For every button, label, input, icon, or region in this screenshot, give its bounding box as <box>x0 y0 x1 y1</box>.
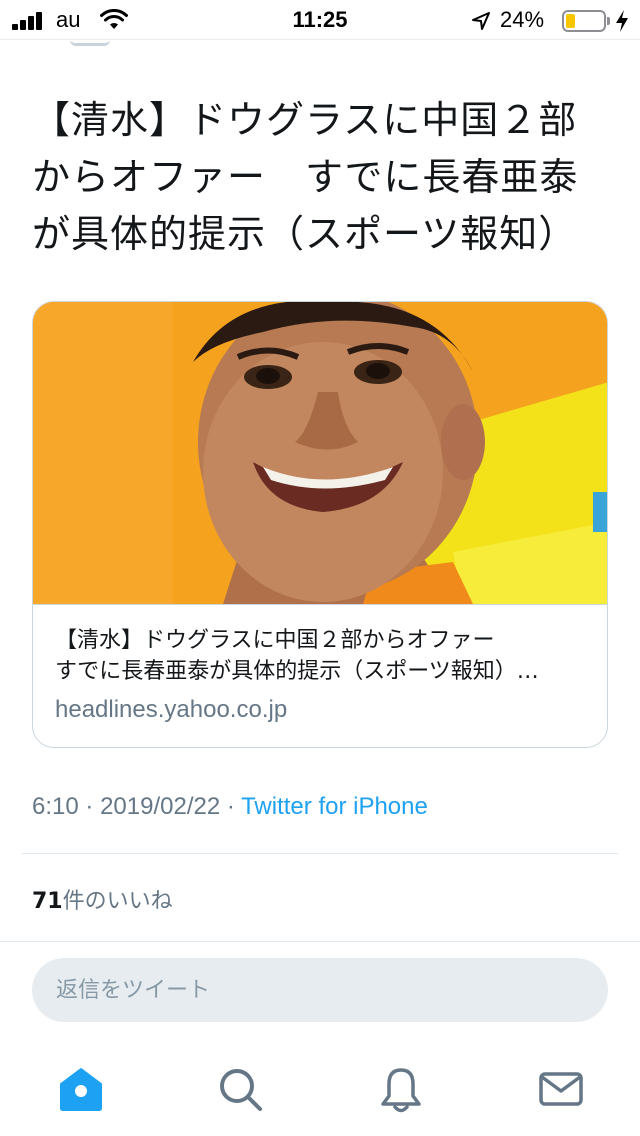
tweet-text-line: が具体的提示（スポーツ報知） <box>32 212 578 256</box>
card-domain: headlines.yahoo.co.jp <box>55 696 288 723</box>
search-icon <box>220 1069 262 1111</box>
tab-home[interactable] <box>56 1064 106 1114</box>
card-body: 【清水】ドウグラスに中国２部からオファー すでに長春亜泰が具体的提示（スポーツ報… <box>33 604 607 747</box>
tab-messages[interactable] <box>536 1064 586 1114</box>
location-arrow-icon <box>472 12 490 30</box>
likes-label: 件のいいね <box>62 889 173 914</box>
divider <box>22 853 618 854</box>
link-preview-card[interactable]: 【清水】ドウグラスに中国２部からオファー すでに長春亜泰が具体的提示（スポーツ報… <box>32 301 608 748</box>
card-title: 【清水】ドウグラスに中国２部からオファー すでに長春亜泰が具体的提示（スポーツ報… <box>55 625 585 687</box>
tweet-source-link[interactable]: Twitter for iPhone <box>241 793 428 820</box>
battery-icon <box>562 10 606 32</box>
meta-separator: · <box>226 793 235 820</box>
tab-notifications[interactable] <box>376 1064 426 1114</box>
tweet-text-line: からオファー すでに長春亜泰 <box>32 155 579 199</box>
reply-input[interactable] <box>32 958 608 1022</box>
likes-count: 71 <box>32 889 63 914</box>
card-title-line: 【清水】ドウグラスに中国２部からオファー <box>55 628 495 653</box>
status-bar: au 11:25 24% <box>0 0 640 40</box>
avatar[interactable] <box>70 40 110 46</box>
tweet-date: 2019/02/22 <box>100 793 221 820</box>
divider <box>0 941 640 942</box>
reply-composer[interactable] <box>32 958 608 1022</box>
tab-bar <box>0 1044 640 1136</box>
meta-separator: · <box>85 793 94 820</box>
tab-search[interactable] <box>215 1064 265 1114</box>
bell-icon <box>381 1068 421 1113</box>
charging-bolt-icon <box>616 10 628 32</box>
card-image <box>33 302 607 604</box>
tweet-text-line: 【清水】ドウグラスに中国２部 <box>32 98 578 142</box>
mail-icon <box>539 1072 583 1106</box>
photo-of-person-icon <box>33 302 607 604</box>
tweet-meta: 6:10 · 2019/02/22 · Twitter for iPhone <box>32 793 428 821</box>
tweet-text: 【清水】ドウグラスに中国２部 からオファー すでに長春亜泰 が具体的提示（スポー… <box>32 92 612 263</box>
battery-percent: 24% <box>500 7 545 32</box>
likes-count-link[interactable]: 71件のいいね <box>32 883 173 915</box>
home-icon <box>60 1068 102 1111</box>
tweet-time: 6:10 <box>32 793 79 820</box>
card-title-line: すでに長春亜泰が具体的提示（スポーツ報知）… <box>55 659 539 684</box>
